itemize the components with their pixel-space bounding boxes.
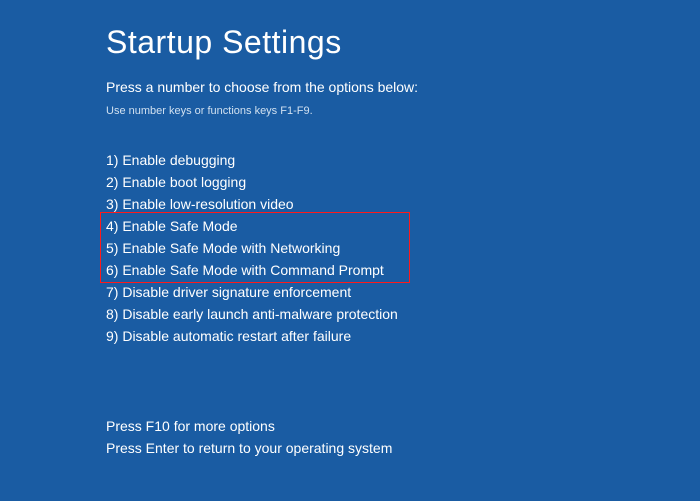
option-disable-driver-signature-enforcement[interactable]: 7) Disable driver signature enforcement <box>106 281 700 303</box>
footer-more-options: Press F10 for more options <box>106 415 392 437</box>
option-enable-low-resolution-video[interactable]: 3) Enable low-resolution video <box>106 193 700 215</box>
option-disable-automatic-restart[interactable]: 9) Disable automatic restart after failu… <box>106 325 700 347</box>
options-list: 1) Enable debugging 2) Enable boot loggi… <box>106 149 700 347</box>
footer: Press F10 for more options Press Enter t… <box>106 415 392 459</box>
option-enable-safe-mode-command-prompt[interactable]: 6) Enable Safe Mode with Command Prompt <box>106 259 700 281</box>
option-disable-early-launch-antimalware[interactable]: 8) Disable early launch anti-malware pro… <box>106 303 700 325</box>
page-title: Startup Settings <box>106 24 700 61</box>
footer-return: Press Enter to return to your operating … <box>106 437 392 459</box>
option-enable-safe-mode[interactable]: 4) Enable Safe Mode <box>106 215 700 237</box>
option-enable-debugging[interactable]: 1) Enable debugging <box>106 149 700 171</box>
subtitle: Press a number to choose from the option… <box>106 79 700 95</box>
key-hint: Use number keys or functions keys F1-F9. <box>106 105 700 117</box>
option-enable-safe-mode-networking[interactable]: 5) Enable Safe Mode with Networking <box>106 237 700 259</box>
option-enable-boot-logging[interactable]: 2) Enable boot logging <box>106 171 700 193</box>
